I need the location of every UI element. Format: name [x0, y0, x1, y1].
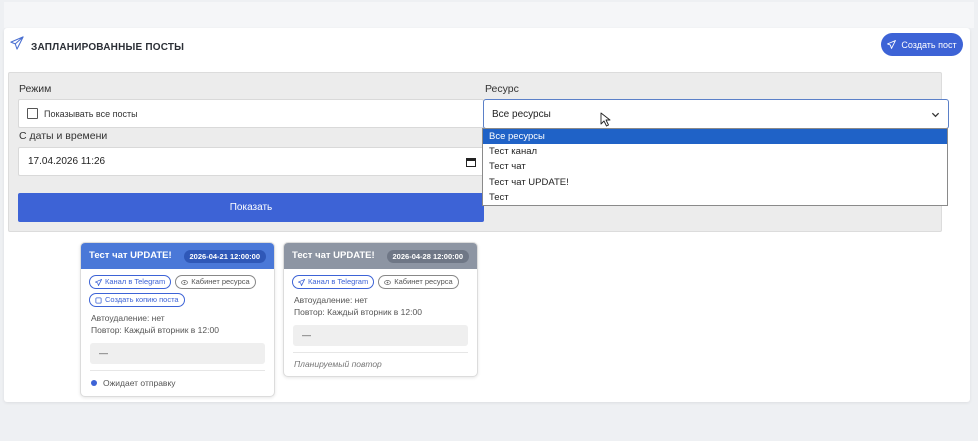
eye-icon [181, 279, 189, 285]
create-post-label: Создать пост [901, 39, 957, 50]
telegram-channel-label: Канал в Telegram [308, 277, 369, 286]
post-text-preview: — [90, 343, 265, 364]
mouse-cursor-icon [600, 112, 611, 127]
resource-option[interactable]: Тест чат UPDATE! [483, 175, 947, 190]
resource-label: Ресурс [485, 83, 519, 95]
paper-plane-icon [10, 36, 24, 50]
telegram-channel-link[interactable]: Канал в Telegram [292, 275, 375, 289]
calendar-icon[interactable] [466, 157, 476, 167]
repeat-text: Повтор: Каждый вторник в 12:00 [91, 325, 219, 335]
show-button[interactable]: Показать [18, 193, 484, 222]
paper-plane-icon [887, 40, 897, 49]
copy-post-button[interactable]: Создать копию поста [89, 293, 185, 307]
date-label: С даты и времени [19, 130, 108, 142]
paper-plane-icon [298, 278, 305, 286]
resource-select[interactable]: Все ресурсы [483, 99, 949, 129]
panel-header: ЗАПЛАНИРОВАННЫЕ ПОСТЫ Создать пост [4, 28, 970, 64]
status-text: Ожидает отправку [103, 378, 176, 388]
post-card-title: Тест чат UPDATE! [292, 250, 375, 261]
resource-cabinet-label: Кабинет ресурса [394, 277, 453, 286]
resource-selected-value: Все ресурсы [492, 109, 551, 120]
chevron-down-icon [931, 112, 940, 118]
post-card: Тест чат UPDATE! 2026-04-28 12:00:00 Кан… [283, 242, 478, 377]
copy-post-label: Создать копию поста [105, 295, 179, 304]
planned-repeat-note: Планируемый повтор [294, 359, 382, 369]
resource-option[interactable]: Тест чат [483, 159, 947, 174]
resource-cabinet-label: Кабинет ресурса [191, 277, 250, 286]
post-card-meta: Автоудаление: нет Повтор: Каждый вторник… [81, 307, 274, 336]
post-card-header: Тест чат UPDATE! 2026-04-28 12:00:00 [284, 243, 477, 269]
show-all-label: Показывать все посты [44, 109, 138, 119]
resource-option[interactable]: Тест канал [483, 144, 947, 159]
post-card-actions: Канал в Telegram Кабинет ресурса [284, 269, 477, 289]
resource-option[interactable]: Тест [483, 190, 947, 205]
resource-dropdown-list: Все ресурсы Тест канал Тест чат Тест чат… [482, 128, 948, 206]
telegram-channel-label: Канал в Telegram [105, 277, 166, 286]
status-indicator: Ожидает отправку [81, 371, 274, 396]
post-card-date-badge: 2026-04-28 12:00:00 [386, 250, 469, 263]
autodelete-text: Автоудаление: нет [294, 295, 368, 305]
top-strip [4, 2, 974, 28]
status-dot-icon [91, 380, 97, 386]
resource-option[interactable]: Все ресурсы [483, 129, 947, 145]
date-input[interactable]: 17.04.2026 11:26 [18, 147, 484, 176]
post-card: Тест чат UPDATE! 2026-04-21 12:00:00 Кан… [80, 242, 275, 397]
page-title: ЗАПЛАНИРОВАННЫЕ ПОСТЫ [31, 42, 185, 53]
telegram-channel-link[interactable]: Канал в Telegram [89, 275, 172, 289]
post-card-title: Тест чат UPDATE! [89, 250, 172, 261]
post-text-preview: — [293, 325, 468, 346]
copy-icon [95, 296, 102, 304]
date-value: 17.04.2026 11:26 [28, 156, 106, 167]
paper-plane-icon [95, 278, 102, 286]
post-card-header: Тест чат UPDATE! 2026-04-21 12:00:00 [81, 243, 274, 269]
show-all-toggle[interactable]: Показывать все посты [18, 99, 484, 128]
create-post-button[interactable]: Создать пост [881, 33, 963, 56]
repeat-text: Повтор: Каждый вторник в 12:00 [294, 307, 422, 317]
autodelete-text: Автоудаление: нет [91, 313, 165, 323]
post-card-date-badge: 2026-04-21 12:00:00 [183, 250, 266, 263]
show-all-checkbox[interactable] [27, 108, 38, 119]
post-card-actions: Канал в Telegram Кабинет ресурса Создать… [81, 269, 274, 307]
post-card-meta: Автоудаление: нет Повтор: Каждый вторник… [284, 289, 477, 318]
mode-label: Режим [19, 83, 52, 95]
resource-cabinet-link[interactable]: Кабинет ресурса [378, 275, 459, 289]
resource-cabinet-link[interactable]: Кабинет ресурса [175, 275, 256, 289]
eye-icon [384, 279, 392, 285]
